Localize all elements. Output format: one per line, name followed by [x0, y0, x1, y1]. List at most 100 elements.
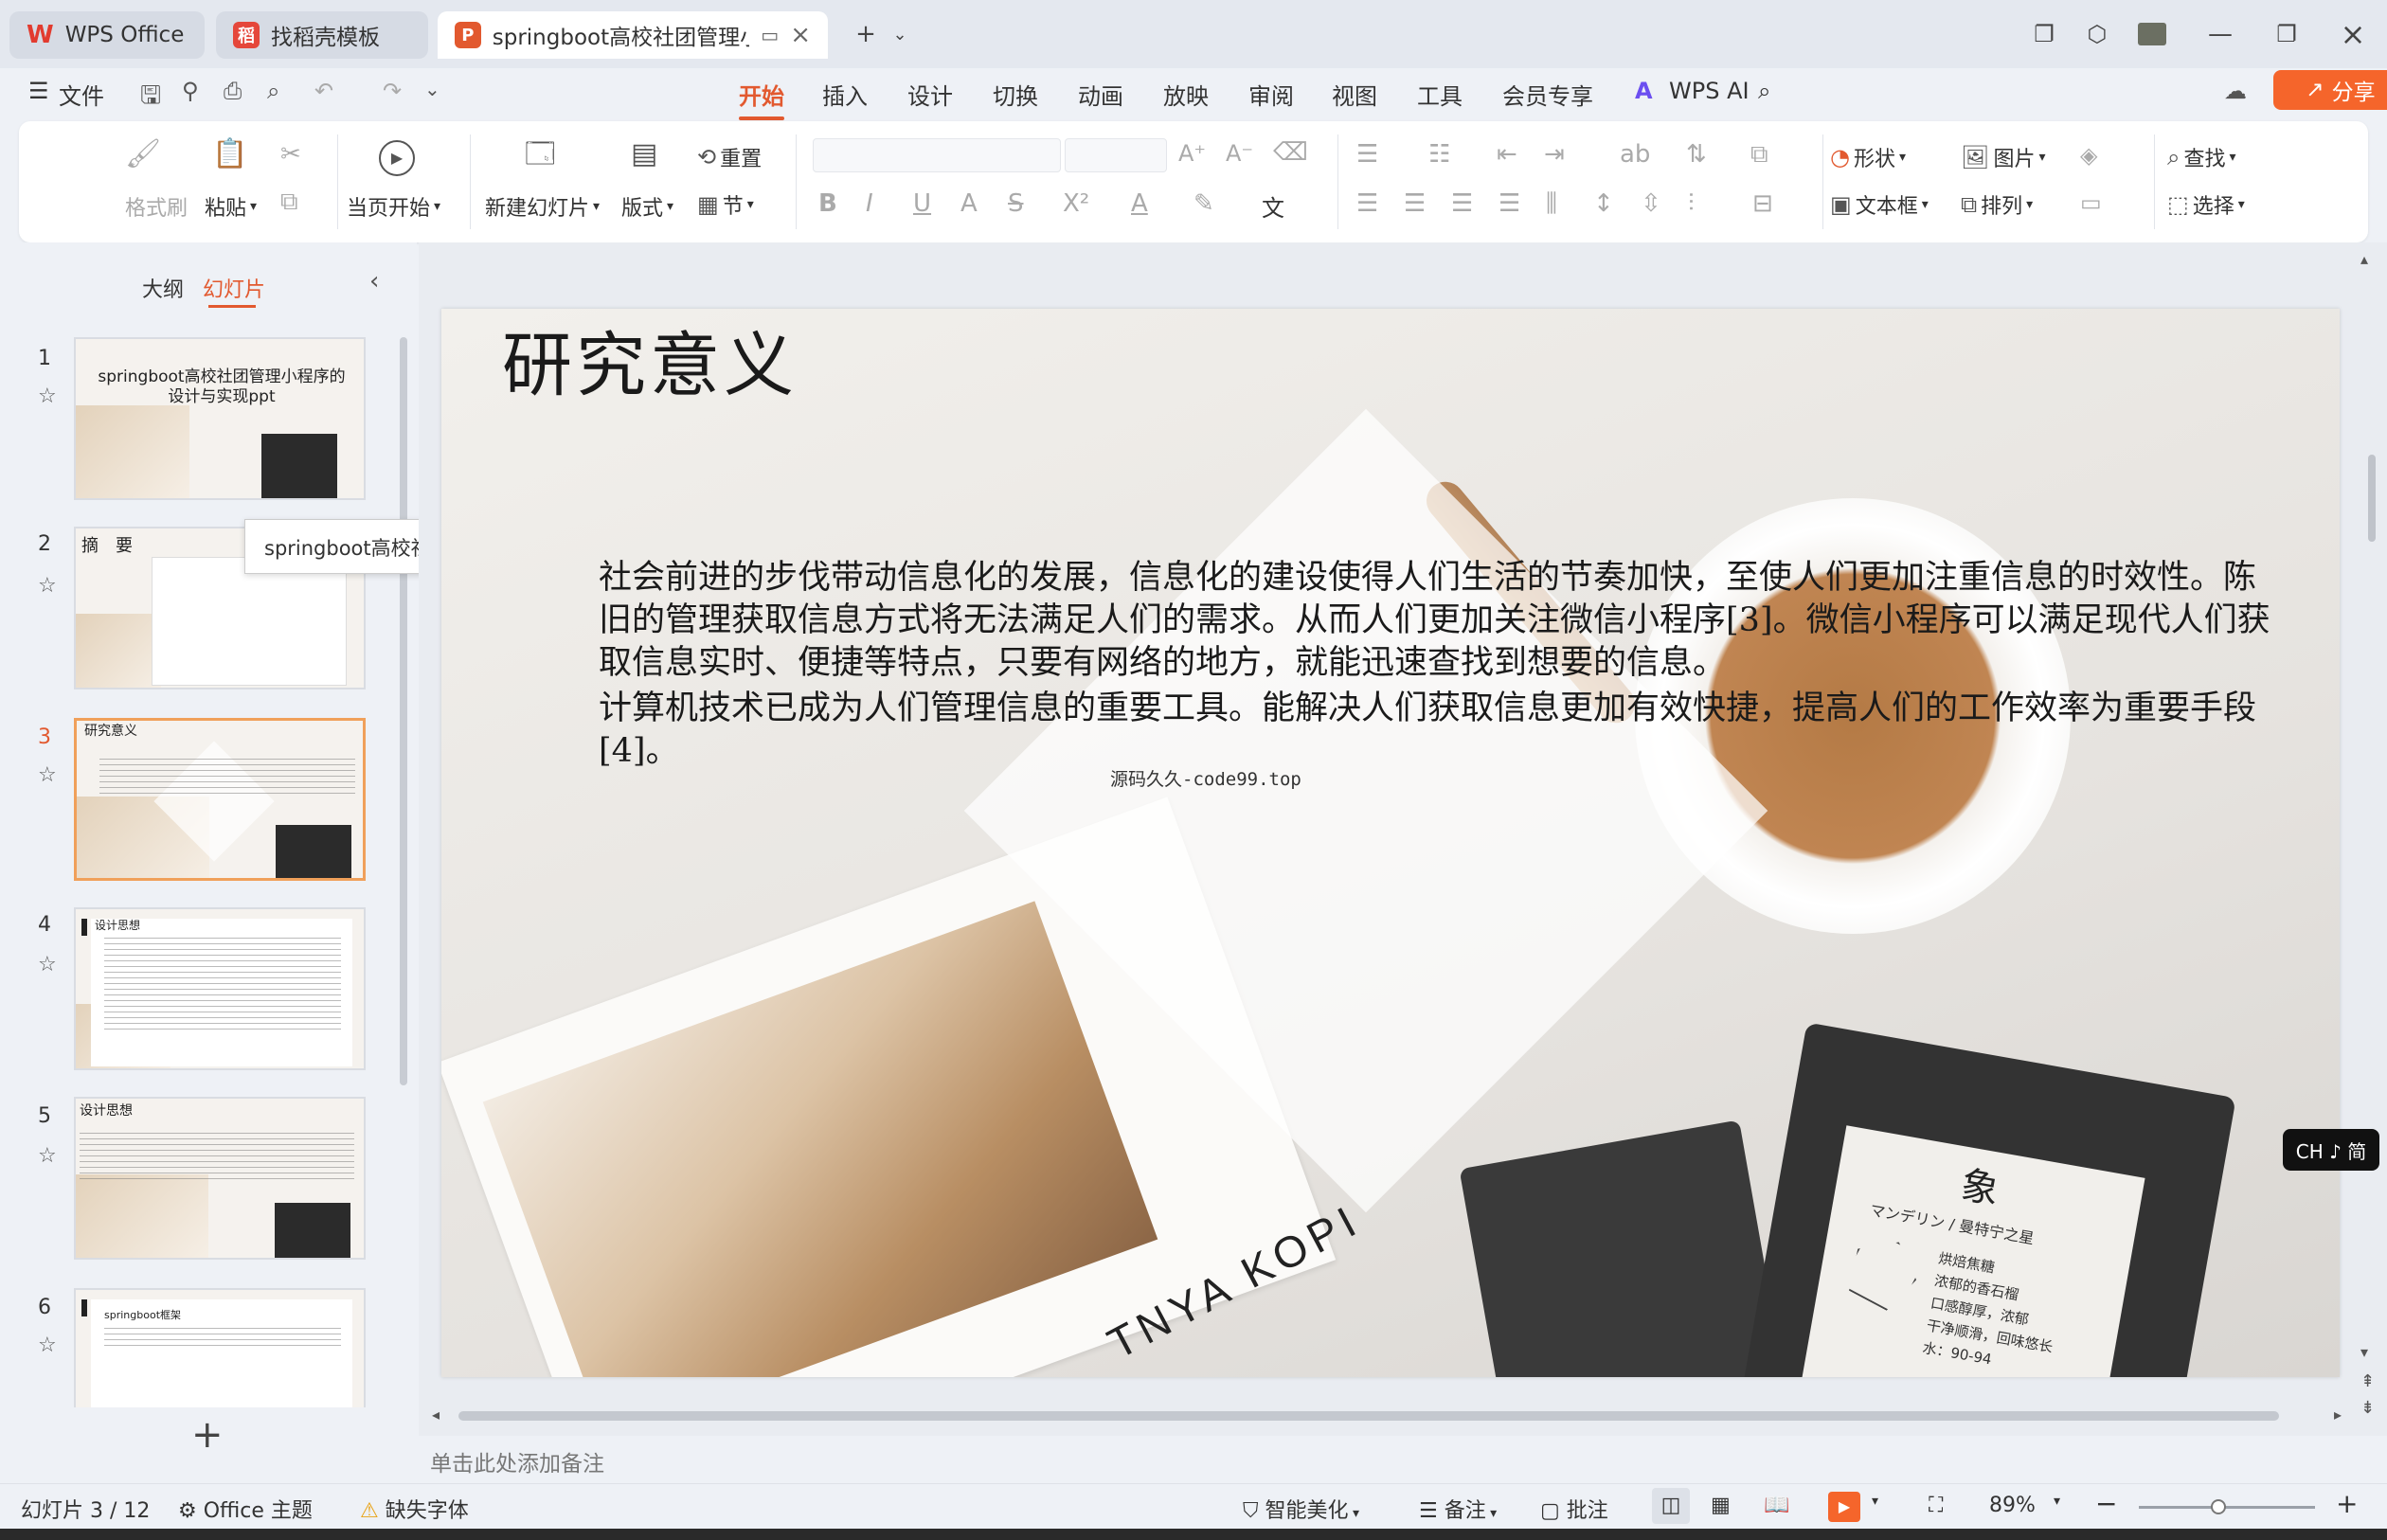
- prev-slide-icon[interactable]: ⇞: [2360, 1371, 2375, 1391]
- paste-button[interactable]: 粘贴 ▾: [205, 191, 257, 222]
- new-slide-button[interactable]: 新建幻灯片 ▾: [485, 191, 600, 222]
- search-icon[interactable]: ⌕: [1758, 78, 1770, 104]
- font-grow-icon[interactable]: A⁺: [1178, 140, 1206, 167]
- slide-thumbnail-5[interactable]: 设计思想: [74, 1097, 366, 1260]
- indent-icon[interactable]: ⇥: [1544, 140, 1565, 169]
- fit-window-icon[interactable]: ⛶: [1929, 1494, 1943, 1517]
- thumbnail-scrollbar[interactable]: [400, 337, 407, 1085]
- menu-animation[interactable]: 动画: [1078, 78, 1123, 111]
- format-painter-button[interactable]: 格式刷: [125, 191, 188, 222]
- textbox-button[interactable]: ▣ 文本框 ▾: [1830, 189, 1929, 220]
- shape-button[interactable]: ◔ 形状 ▾: [1830, 142, 1906, 172]
- comments-button[interactable]: ▢ 批注: [1540, 1494, 1608, 1524]
- text-effect-icon[interactable]: A: [960, 189, 978, 218]
- columns-icon[interactable]: ⫶: [1688, 189, 1695, 219]
- zoom-dropdown-icon[interactable]: ▾: [2054, 1494, 2060, 1509]
- find-button[interactable]: ⌕ 查找 ▾: [2167, 142, 2236, 172]
- slide-canvas[interactable]: TNYA KOPI 象 マンデリン / 曼特宁之星 烘焙焦糖 浓郁的香石榴 口感…: [441, 309, 2340, 1377]
- text-align-icon[interactable]: ⊟: [1752, 189, 1773, 218]
- collapse-panel-icon[interactable]: ‹: [369, 267, 379, 295]
- highlight-icon[interactable]: ✎: [1194, 189, 1214, 218]
- beautify-button[interactable]: ⛉ 智能美化 ▾: [1243, 1494, 1359, 1524]
- superscript-icon[interactable]: X²: [1063, 189, 1089, 218]
- wps-ai-button[interactable]: WPS AI: [1669, 78, 1750, 104]
- more-chevron-icon[interactable]: ⌄: [424, 78, 440, 100]
- star-icon[interactable]: ☆: [38, 1144, 57, 1168]
- close-icon[interactable]: ×: [790, 21, 811, 49]
- section-button[interactable]: ▦ 节 ▾: [697, 189, 754, 220]
- tab-template[interactable]: 稻 找稻壳模板: [216, 11, 428, 59]
- horizontal-scrollbar[interactable]: [458, 1411, 2279, 1421]
- notes-area[interactable]: 单击此处添加备注: [419, 1436, 2387, 1483]
- menu-transition[interactable]: 切换: [993, 78, 1038, 111]
- paragraph-spacing-icon[interactable]: ⇳: [1641, 189, 1661, 218]
- missing-font-button[interactable]: ⚠ 缺失字体: [360, 1494, 469, 1524]
- star-icon[interactable]: ☆: [38, 385, 57, 408]
- ime-indicator[interactable]: CH ♪ 简: [2283, 1129, 2379, 1171]
- convert-icon[interactable]: ⧉: [1750, 140, 1768, 170]
- vertical-scrollbar[interactable]: [2368, 455, 2376, 542]
- zoom-slider[interactable]: [2139, 1506, 2315, 1509]
- strikethrough-icon[interactable]: S: [1008, 189, 1024, 218]
- notes-button[interactable]: ☰ 备注 ▾: [1419, 1494, 1497, 1524]
- reading-view-icon[interactable]: 📖: [1764, 1494, 1789, 1517]
- slide-thumbnail-4[interactable]: 设计思想: [74, 907, 366, 1070]
- box-icon[interactable]: ⬡: [2076, 13, 2118, 55]
- zoom-in-icon[interactable]: +: [2336, 1488, 2358, 1519]
- font-size-select[interactable]: [1065, 138, 1167, 172]
- copy-icon[interactable]: ⧉: [280, 189, 298, 214]
- window-icon[interactable]: ❐: [2023, 13, 2065, 55]
- menu-slideshow[interactable]: 放映: [1163, 78, 1209, 111]
- tab-slides[interactable]: 幻灯片: [203, 273, 265, 303]
- scroll-left-icon[interactable]: ◂: [432, 1406, 440, 1424]
- share-button[interactable]: ↗ 分享: [2273, 70, 2387, 110]
- zoom-out-icon[interactable]: −: [2095, 1488, 2117, 1519]
- bold-icon[interactable]: B: [818, 189, 837, 218]
- cloud-upload-icon[interactable]: ☁: [2224, 78, 2247, 104]
- from-current-button[interactable]: 当页开始 ▾: [347, 191, 440, 222]
- phonetic-icon[interactable]: 文: [1262, 189, 1284, 223]
- layout-button[interactable]: 版式 ▾: [621, 191, 673, 222]
- hamburger-icon[interactable]: ☰: [28, 78, 49, 104]
- slide-thumbnail-1[interactable]: springboot高校社团管理小程序的设计与实现ppt: [74, 337, 366, 500]
- menu-member[interactable]: 会员专享: [1502, 78, 1593, 111]
- slide-thumbnail-3[interactable]: 研究意义: [74, 718, 366, 881]
- file-menu[interactable]: 文件: [59, 78, 104, 111]
- search-doc-icon[interactable]: ⚲: [182, 78, 199, 104]
- grid-view-icon[interactable]: ▦: [1711, 1494, 1731, 1517]
- star-icon[interactable]: ☆: [38, 574, 57, 598]
- scroll-up-icon[interactable]: ▴: [2360, 250, 2368, 268]
- wps-ai-icon[interactable]: A: [1635, 78, 1653, 104]
- play-slideshow-icon[interactable]: ▶: [1828, 1492, 1860, 1522]
- minimize-icon[interactable]: —: [2199, 13, 2241, 55]
- save-icon[interactable]: 🖫: [140, 78, 161, 119]
- avatar[interactable]: [2131, 13, 2173, 55]
- close-window-icon[interactable]: ×: [2332, 13, 2374, 55]
- reset-button[interactable]: ⟲ 重置: [697, 142, 762, 172]
- star-icon[interactable]: ☆: [38, 1334, 57, 1357]
- distribute-icon[interactable]: ⫼: [1546, 189, 1557, 219]
- menu-insert[interactable]: 插入: [822, 78, 868, 111]
- slide-body-paragraph[interactable]: 社会前进的步伐带动信息化的发展，信息化的建设使得人们生活的节奏加快，至使人们更加…: [599, 557, 2275, 685]
- font-color-icon[interactable]: A: [1131, 189, 1148, 218]
- underline-icon[interactable]: U: [913, 189, 931, 218]
- tab-outline[interactable]: 大纲: [142, 273, 184, 303]
- undo-icon[interactable]: ↶: [314, 78, 333, 104]
- cut-icon[interactable]: ✂: [280, 142, 301, 167]
- arrange-button[interactable]: ⧉ 排列 ▾: [1961, 189, 2033, 220]
- redo-icon[interactable]: ↷: [383, 78, 402, 104]
- zoom-slider-handle[interactable]: [2211, 1499, 2226, 1514]
- align-right-icon[interactable]: ☰: [1451, 189, 1473, 218]
- font-shrink-icon[interactable]: A⁻: [1226, 140, 1253, 167]
- align-center-icon[interactable]: ☰: [1404, 189, 1426, 218]
- slide-body-paragraph[interactable]: 计算机技术已成为人们管理信息的重要工具。能解决人们获取信息更加有效快捷，提高人们…: [599, 688, 2275, 773]
- print-icon[interactable]: ⎙: [224, 78, 242, 104]
- select-button[interactable]: ⬚ 选择 ▾: [2167, 189, 2245, 220]
- line-spacing-icon[interactable]: ↕: [1593, 189, 1614, 218]
- justify-icon[interactable]: ☰: [1499, 189, 1520, 218]
- menu-tools[interactable]: 工具: [1417, 78, 1463, 111]
- chevron-down-icon[interactable]: ⌄: [879, 13, 921, 55]
- slide-thumbnail-6[interactable]: springboot框架: [74, 1288, 366, 1407]
- outline-icon[interactable]: ▭: [2080, 189, 2102, 216]
- add-slide-icon[interactable]: +: [191, 1413, 224, 1457]
